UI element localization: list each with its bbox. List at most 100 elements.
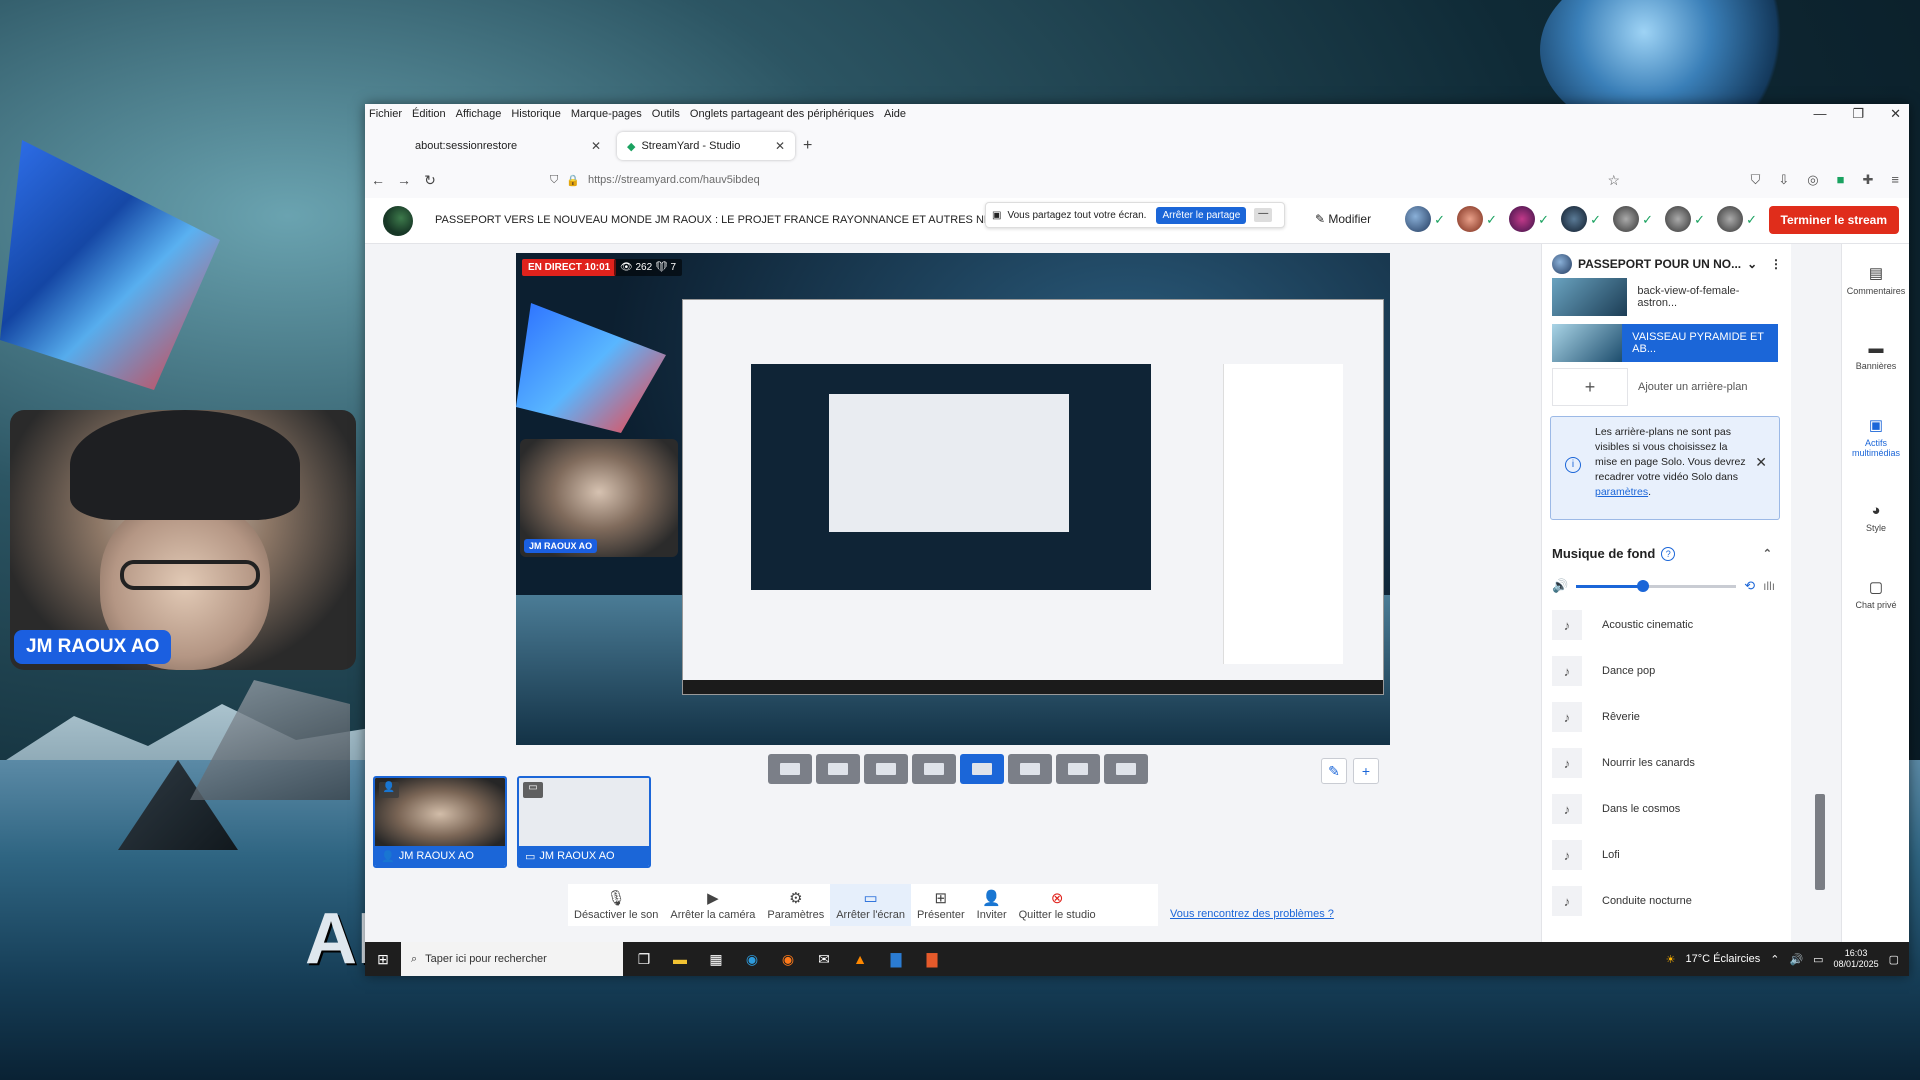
destination-7[interactable]: ✓	[1717, 206, 1757, 234]
menu-aide[interactable]: Aide	[884, 108, 906, 120]
stream-title[interactable]: PASSEPORT VERS LE NOUVEAU MONDE JM RAOUX…	[435, 214, 995, 226]
background-item-selected[interactable]: VAISSEAU PYRAMIDE ET AB...	[1552, 324, 1778, 362]
minimize-banner-button[interactable]: —	[1254, 208, 1273, 222]
puzzle-icon[interactable]: ✚	[1863, 172, 1874, 188]
equalizer-icon[interactable]: ıllı	[1763, 579, 1775, 593]
destination-youtube[interactable]: ✓	[1457, 206, 1497, 234]
rail-style[interactable]: ◕ Style	[1842, 502, 1910, 533]
destination-instagram[interactable]: ✓	[1509, 206, 1549, 234]
tab-session-restore[interactable]: about:sessionrestore ✕	[405, 132, 611, 160]
menu-icon[interactable]: ≡	[1891, 172, 1899, 188]
invite-button[interactable]: 👤 Inviter	[971, 884, 1013, 926]
close-icon[interactable]: ✕	[1755, 455, 1767, 470]
minimize-icon[interactable]: —	[1813, 106, 1826, 122]
file-explorer-icon[interactable]: ▬	[665, 942, 695, 976]
account-icon[interactable]: ◎	[1807, 172, 1818, 188]
menu-outils[interactable]: Outils	[652, 108, 680, 120]
layout-leader[interactable]	[912, 754, 956, 784]
firefox-icon[interactable]: ◉	[773, 942, 803, 976]
menu-marque-pages[interactable]: Marque-pages	[571, 108, 642, 120]
volume-knob[interactable]	[1637, 579, 1650, 592]
network-icon[interactable]: ▭	[1813, 953, 1823, 966]
music-track[interactable]: ♪ Nourrir les canards	[1552, 746, 1778, 780]
end-stream-button[interactable]: Terminer le stream	[1768, 206, 1899, 234]
edge-icon[interactable]: ◉	[737, 942, 767, 976]
menu-historique[interactable]: Historique	[511, 108, 561, 120]
layout-group[interactable]	[816, 754, 860, 784]
music-track[interactable]: ♪ Dance pop	[1552, 654, 1778, 688]
settings-link[interactable]: paramètres	[1595, 486, 1648, 498]
bookmark-star-icon[interactable]: ☆	[1607, 172, 1620, 189]
layout-background[interactable]	[1104, 754, 1148, 784]
menu-onglets-peripheriques[interactable]: Onglets partageant des périphériques	[690, 108, 874, 120]
chevron-up-icon[interactable]: ⌃	[1770, 953, 1779, 966]
forward-icon[interactable]: →	[391, 172, 417, 188]
destination-5[interactable]: ✓	[1613, 206, 1653, 234]
panel-scrollbar[interactable]	[1815, 794, 1825, 890]
address-bar[interactable]: ⛉ 🔒 https://streamyard.com/hauv5ibdeq ☆	[550, 168, 1620, 192]
music-track[interactable]: ♪ Conduite nocturne	[1552, 884, 1778, 918]
taskbar-search[interactable]: ⌕ Taper ici pour rechercher	[401, 942, 623, 976]
brand-selector[interactable]: PASSEPORT POUR UN NO... ⌄ ⋮	[1552, 254, 1782, 274]
menu-edition[interactable]: Édition	[412, 108, 446, 120]
add-background-button[interactable]: + Ajouter un arrière-plan	[1552, 368, 1778, 406]
mute-button[interactable]: 🎙 Désactiver le son	[568, 884, 664, 926]
layout-screen-thin[interactable]	[1008, 754, 1052, 784]
reload-icon[interactable]: ↻	[417, 172, 443, 189]
extension-icon[interactable]: ■	[1837, 172, 1845, 188]
rail-private-chat[interactable]: ▢ Chat privé	[1842, 578, 1910, 610]
back-icon[interactable]: ←	[365, 172, 391, 188]
layout-group-2[interactable]	[864, 754, 908, 784]
help-icon[interactable]: ?	[1661, 546, 1676, 561]
volume-slider[interactable]	[1576, 579, 1737, 592]
rail-comments[interactable]: ▤ Commentaires	[1842, 264, 1910, 296]
settings-button[interactable]: ⚙ Paramètres	[761, 884, 830, 926]
modify-button[interactable]: ✎ Modifier	[1315, 212, 1371, 226]
background-item[interactable]: back-view-of-female-astron...	[1552, 278, 1778, 316]
task-view-icon[interactable]: ❐	[629, 942, 659, 976]
music-track[interactable]: ♪ Dans le cosmos	[1552, 792, 1778, 826]
volume-icon[interactable]: 🔊	[1552, 578, 1568, 594]
layout-screen-full[interactable]	[1056, 754, 1100, 784]
rail-banners[interactable]: ▬ Bannières	[1842, 340, 1910, 371]
tab-streamyard-studio[interactable]: ◆ StreamYard - Studio ✕	[617, 132, 795, 160]
stop-camera-button[interactable]: ▶ Arrêter la caméra	[664, 884, 761, 926]
quit-studio-button[interactable]: ⊗ Quitter le studio	[1013, 884, 1102, 926]
present-button[interactable]: ⊞ Présenter	[911, 884, 971, 926]
destination-x[interactable]: ✓	[1561, 206, 1601, 234]
pocket-icon[interactable]: ⛉	[1751, 172, 1761, 188]
problems-link[interactable]: Vous rencontrez des problèmes ?	[1170, 908, 1334, 920]
weather-text[interactable]: 17°C Éclaircies	[1686, 953, 1761, 965]
restore-icon[interactable]: ❐	[1852, 106, 1864, 122]
music-track[interactable]: ♪ Lofi	[1552, 838, 1778, 872]
more-options-icon[interactable]: ⋮	[1770, 257, 1782, 271]
source-screen[interactable]: ▭ ▭ JM RAOUX AO	[517, 776, 651, 868]
repeat-icon[interactable]: ⟲	[1744, 578, 1755, 594]
rail-media-assets[interactable]: ▣ Actifs multimédias	[1842, 416, 1910, 458]
music-section-header[interactable]: Musique de fond ? ⌃	[1552, 546, 1772, 561]
plus-icon[interactable]: +	[1353, 758, 1379, 784]
close-tab-icon[interactable]: ✕	[775, 139, 785, 153]
clock[interactable]: 16:03 08/01/2025	[1834, 948, 1879, 970]
speaker-icon[interactable]: 🔊	[1789, 953, 1803, 966]
mail-icon[interactable]: ✉	[809, 942, 839, 976]
chevron-up-icon[interactable]: ⌃	[1763, 547, 1772, 560]
close-icon[interactable]: ✕	[1890, 106, 1901, 122]
menu-fichier[interactable]: Fichier	[369, 108, 402, 120]
download-icon[interactable]: ⇩	[1778, 172, 1789, 188]
stop-screen-button[interactable]: ▭ Arrêter l'écran	[830, 884, 911, 926]
music-track[interactable]: ♪ Acoustic cinematic	[1552, 608, 1778, 642]
windows-start-icon[interactable]: ⊞	[365, 942, 401, 976]
layout-solo[interactable]	[768, 754, 812, 784]
new-tab-icon[interactable]: +	[803, 137, 812, 155]
store-icon[interactable]: ▦	[701, 942, 731, 976]
close-tab-icon[interactable]: ✕	[591, 139, 601, 153]
notification-icon[interactable]: ▢	[1889, 953, 1899, 966]
powerpoint-icon[interactable]: ▇	[917, 942, 947, 976]
source-camera[interactable]: 👤 👤 JM RAOUX AO	[373, 776, 507, 868]
vlc-icon[interactable]: ▲	[845, 942, 875, 976]
destination-6[interactable]: ✓	[1665, 206, 1705, 234]
music-track[interactable]: ♪ Rêverie	[1552, 700, 1778, 734]
menu-affichage[interactable]: Affichage	[456, 108, 502, 120]
destination-facebook[interactable]: ✓	[1405, 206, 1445, 234]
